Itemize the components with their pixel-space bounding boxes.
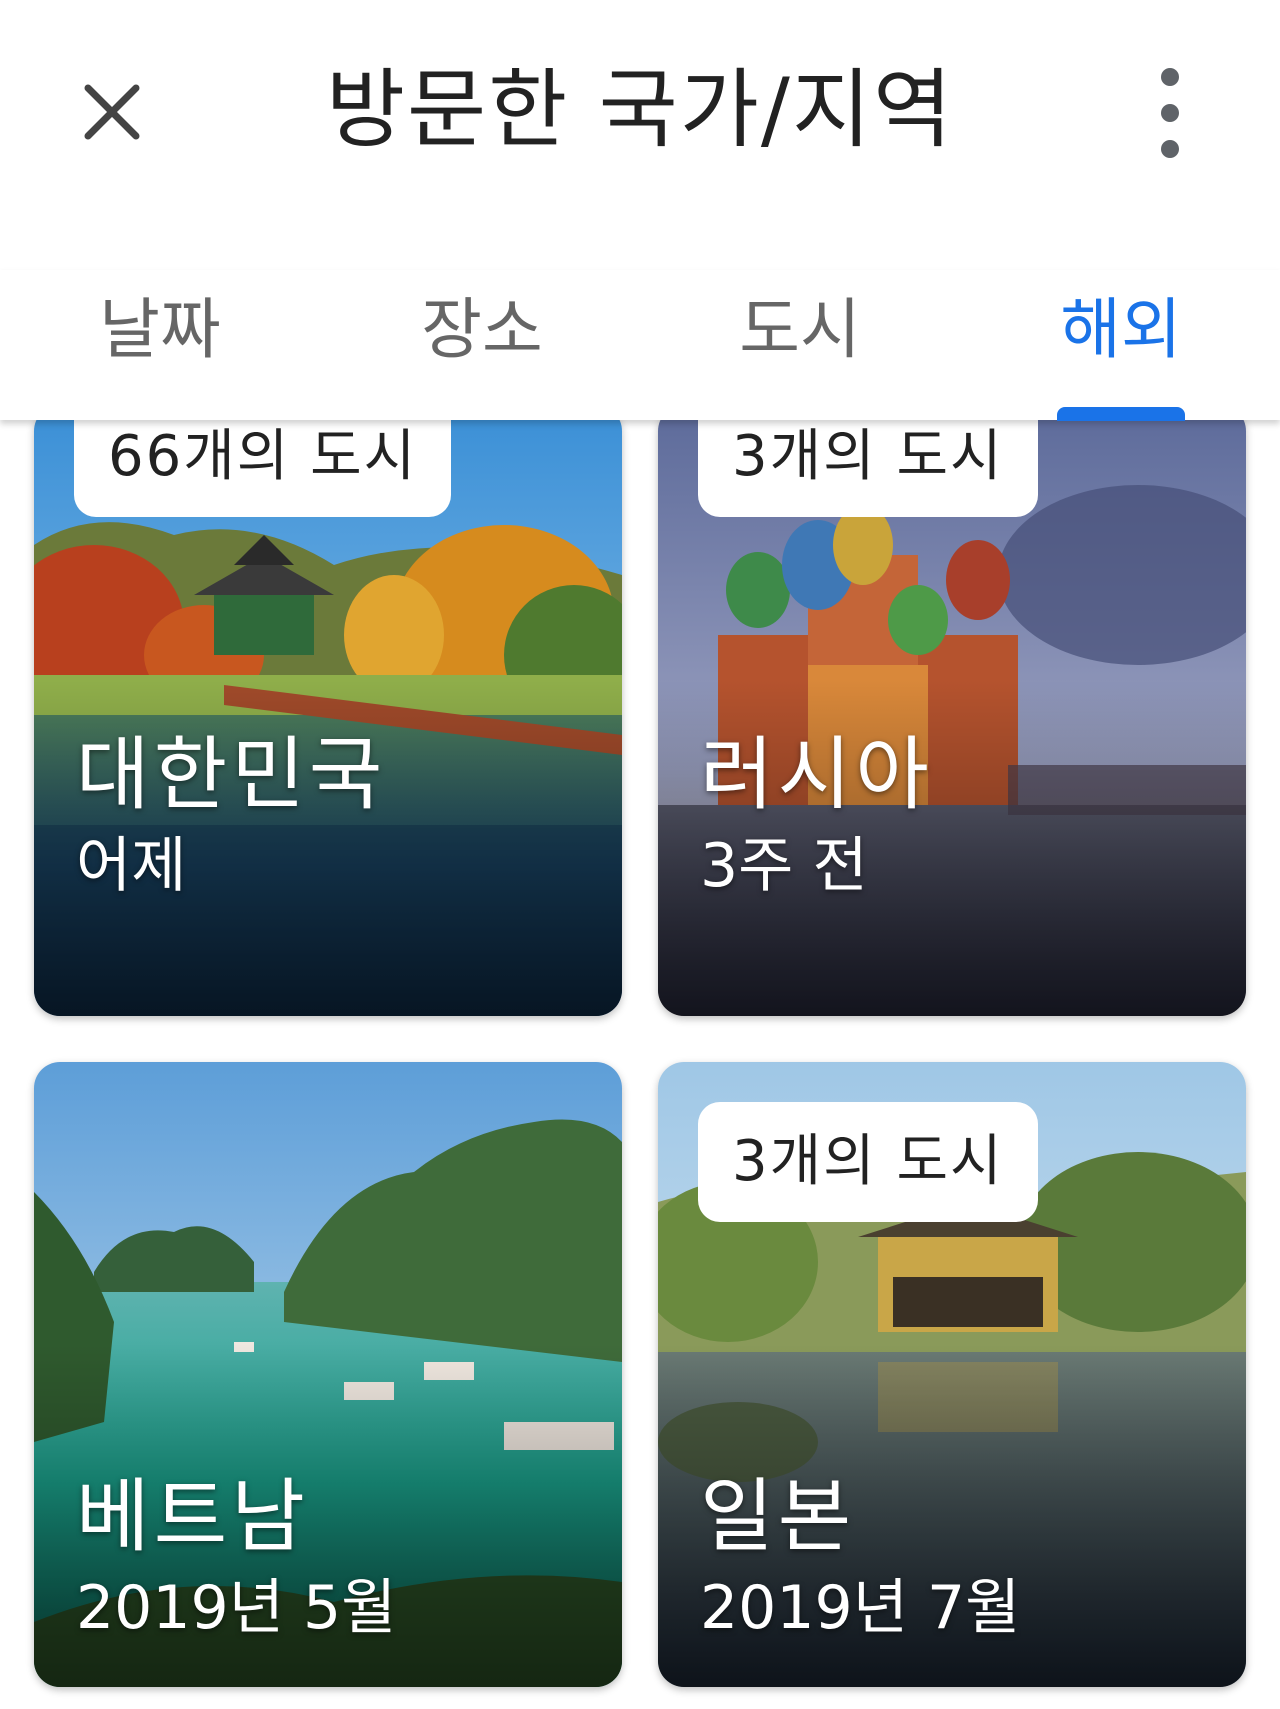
- city-count-badge: 66개의 도시: [74, 405, 452, 517]
- country-name: 대한민국: [76, 728, 387, 821]
- tab-cities[interactable]: 도시: [680, 280, 920, 390]
- page-title: 방문한 국가/지역: [325, 60, 955, 160]
- country-card-korea[interactable]: 66개의 도시 대한민국 어제: [34, 405, 622, 1016]
- app-bar: 방문한 국가/지역: [0, 0, 1280, 215]
- tab-date[interactable]: 날짜: [40, 280, 280, 390]
- country-name: 일본: [700, 1470, 856, 1563]
- visit-time: 3주 전: [700, 831, 868, 901]
- visit-time: 어제: [76, 831, 187, 901]
- more-options-button[interactable]: [1140, 68, 1200, 158]
- country-card-japan[interactable]: 3개의 도시 일본 2019년 7월: [658, 1062, 1246, 1687]
- city-count-badge: 3개의 도시: [698, 1102, 1038, 1222]
- active-tab-indicator: [1057, 407, 1185, 421]
- visit-time: 2019년 7월: [700, 1573, 1021, 1643]
- tab-bar: 날짜 장소 도시 해외: [0, 270, 1280, 420]
- city-count-badge: 3개의 도시: [698, 405, 1038, 517]
- more-vert-icon: [1161, 68, 1179, 86]
- tab-overseas[interactable]: 해외: [1001, 280, 1241, 390]
- country-card-russia[interactable]: 3개의 도시 러시아 3주 전: [658, 405, 1246, 1016]
- country-name: 베트남: [76, 1470, 309, 1563]
- tab-places[interactable]: 장소: [362, 280, 602, 390]
- visit-time: 2019년 5월: [76, 1573, 397, 1643]
- country-name: 러시아: [700, 728, 933, 821]
- country-card-vietnam[interactable]: 베트남 2019년 5월: [34, 1062, 622, 1687]
